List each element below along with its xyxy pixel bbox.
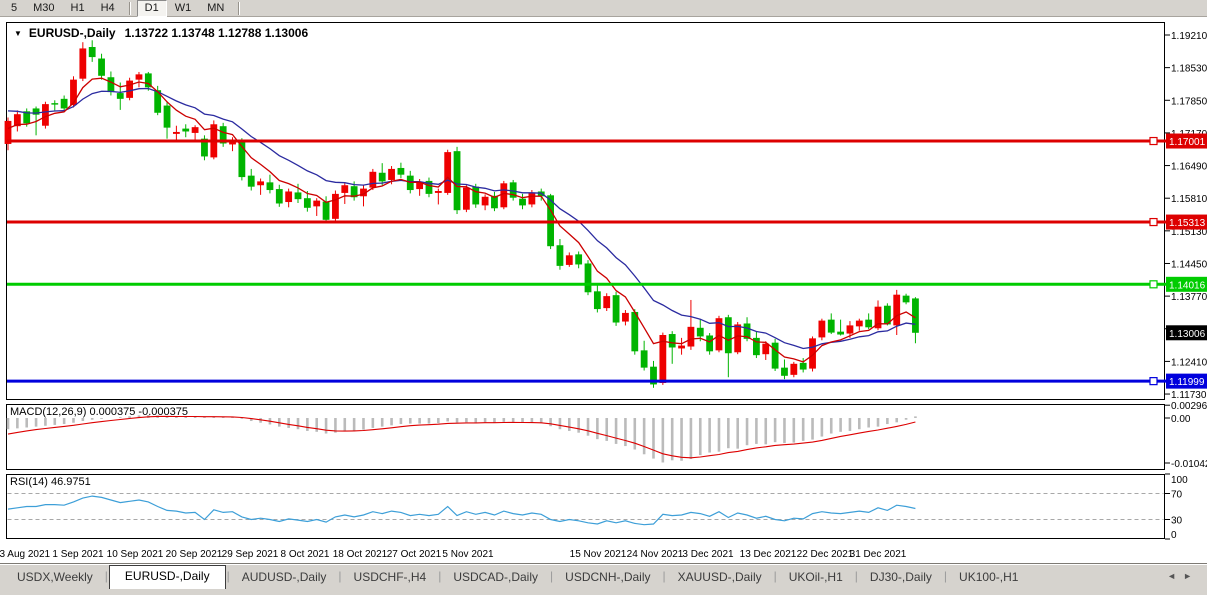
timeframe-button-H1[interactable]: H1 bbox=[63, 0, 93, 17]
svg-text:8 Oct 2021: 8 Oct 2021 bbox=[281, 549, 330, 560]
svg-text:23 Aug 2021: 23 Aug 2021 bbox=[0, 549, 51, 560]
svg-text:1.14450: 1.14450 bbox=[1171, 259, 1207, 270]
svg-text:0.002966: 0.002966 bbox=[1171, 401, 1207, 412]
svg-text:1 Sep 2021: 1 Sep 2021 bbox=[52, 549, 104, 560]
svg-text:24 Nov 2021: 24 Nov 2021 bbox=[627, 549, 684, 560]
svg-text:31 Dec 2021: 31 Dec 2021 bbox=[850, 549, 907, 560]
svg-text:-0.010421: -0.010421 bbox=[1171, 459, 1207, 470]
tab-uk100-h1[interactable]: UK100-,H1 bbox=[948, 567, 1029, 587]
chevron-down-icon[interactable]: ▼ bbox=[14, 29, 22, 38]
svg-text:22 Dec 2021: 22 Dec 2021 bbox=[797, 549, 854, 560]
svg-text:18 Oct 2021: 18 Oct 2021 bbox=[333, 549, 388, 560]
svg-text:10 Sep 2021: 10 Sep 2021 bbox=[107, 549, 164, 560]
svg-text:1.11999: 1.11999 bbox=[1169, 377, 1205, 388]
svg-text:0: 0 bbox=[1171, 530, 1177, 541]
rsi-indicator-label: RSI(14) 46.9751 bbox=[10, 476, 91, 488]
svg-text:1.17850: 1.17850 bbox=[1171, 96, 1207, 107]
svg-text:1.13770: 1.13770 bbox=[1171, 292, 1207, 303]
macd-indicator-label: MACD(12,26,9) 0.000375 -0.000375 bbox=[10, 406, 188, 418]
svg-text:5 Nov 2021: 5 Nov 2021 bbox=[442, 549, 494, 560]
timeframe-toolbar: 5M30H1H4 D1W1MN bbox=[0, 0, 1207, 17]
tab-eurusd-daily[interactable]: EURUSD-,Daily bbox=[109, 565, 226, 589]
svg-text:1.12410: 1.12410 bbox=[1171, 357, 1207, 368]
hline-handle[interactable] bbox=[1150, 138, 1157, 145]
symbol-period-label: EURUSD-,Daily bbox=[29, 26, 116, 40]
tab-usdx-weekly[interactable]: USDX,Weekly bbox=[6, 567, 104, 587]
main-pane bbox=[7, 23, 1165, 400]
tab-audusd-daily[interactable]: AUDUSD-,Daily bbox=[231, 567, 338, 587]
svg-text:1.16490: 1.16490 bbox=[1171, 162, 1207, 173]
chart-tabs: USDX,Weekly|EURUSD-,Daily|AUDUSD-,Daily|… bbox=[0, 564, 1207, 587]
svg-text:15 Nov 2021: 15 Nov 2021 bbox=[570, 549, 627, 560]
svg-text:1.13006: 1.13006 bbox=[1169, 329, 1206, 340]
tab-usdcad-daily[interactable]: USDCAD-,Daily bbox=[442, 567, 549, 587]
tab-scroll-arrows: ◄► bbox=[1167, 571, 1199, 581]
timeframe-button-D1[interactable]: D1 bbox=[137, 0, 167, 17]
tab-xauusd-daily[interactable]: XAUUSD-,Daily bbox=[667, 567, 773, 587]
svg-text:1.14016: 1.14016 bbox=[1169, 280, 1206, 291]
chart-title: ▼ EURUSD-,Daily 1.13722 1.13748 1.12788 1.… bbox=[14, 26, 308, 40]
hline-handle[interactable] bbox=[1150, 281, 1157, 288]
svg-text:70: 70 bbox=[1171, 490, 1183, 501]
svg-text:30: 30 bbox=[1171, 516, 1183, 527]
svg-text:3 Dec 2021: 3 Dec 2021 bbox=[682, 549, 734, 560]
ohlc-values: 1.13722 1.13748 1.12788 1.13006 bbox=[125, 26, 309, 40]
svg-text:20 Sep 2021: 20 Sep 2021 bbox=[166, 549, 223, 560]
chart-tab-bar: USDX,Weekly|EURUSD-,Daily|AUDUSD-,Daily|… bbox=[0, 563, 1207, 595]
timeframe-button-W1[interactable]: W1 bbox=[167, 0, 200, 17]
svg-text:100: 100 bbox=[1171, 475, 1188, 486]
svg-text:1.19210: 1.19210 bbox=[1171, 31, 1207, 42]
toolbar-separator bbox=[238, 2, 240, 15]
svg-text:1.17001: 1.17001 bbox=[1169, 137, 1206, 148]
svg-text:27 Oct 2021: 27 Oct 2021 bbox=[387, 549, 442, 560]
mt4-window: 5M30H1H4D1W1MN 1.192101.185301.178501.17… bbox=[0, 0, 1207, 595]
svg-text:1.15313: 1.15313 bbox=[1169, 218, 1206, 229]
svg-text:29 Sep 2021: 29 Sep 2021 bbox=[222, 549, 279, 560]
tab-dj30-daily[interactable]: DJ30-,Daily bbox=[859, 567, 943, 587]
tab-scroll-left-icon[interactable]: ◄ bbox=[1167, 571, 1183, 581]
chart-canvas[interactable]: 1.192101.185301.178501.171701.164901.158… bbox=[0, 0, 1207, 595]
hline-handle[interactable] bbox=[1150, 378, 1157, 385]
hline-handle[interactable] bbox=[1150, 219, 1157, 226]
svg-text:1.15810: 1.15810 bbox=[1171, 194, 1207, 205]
svg-text:1.11730: 1.11730 bbox=[1171, 390, 1207, 401]
svg-text:0.00: 0.00 bbox=[1171, 414, 1191, 425]
timeframe-button-5[interactable]: 5 bbox=[3, 0, 25, 17]
tab-usdchf-h4[interactable]: USDCHF-,H4 bbox=[343, 567, 438, 587]
timeframe-button-MN[interactable]: MN bbox=[199, 0, 232, 17]
timeframe-button-H4[interactable]: H4 bbox=[93, 0, 123, 17]
rsi-pane bbox=[7, 475, 1165, 539]
svg-text:13 Dec 2021: 13 Dec 2021 bbox=[740, 549, 797, 560]
date-axis: 23 Aug 20211 Sep 202110 Sep 202120 Sep 2… bbox=[0, 549, 907, 560]
toolbar-separator bbox=[129, 2, 131, 15]
tab-scroll-right-icon[interactable]: ► bbox=[1183, 571, 1199, 581]
timeframe-button-M30[interactable]: M30 bbox=[25, 0, 62, 17]
svg-text:1.18530: 1.18530 bbox=[1171, 64, 1207, 75]
tab-ukoil-h1[interactable]: UKOil-,H1 bbox=[778, 567, 854, 587]
tab-usdcnh-daily[interactable]: USDCNH-,Daily bbox=[554, 567, 661, 587]
